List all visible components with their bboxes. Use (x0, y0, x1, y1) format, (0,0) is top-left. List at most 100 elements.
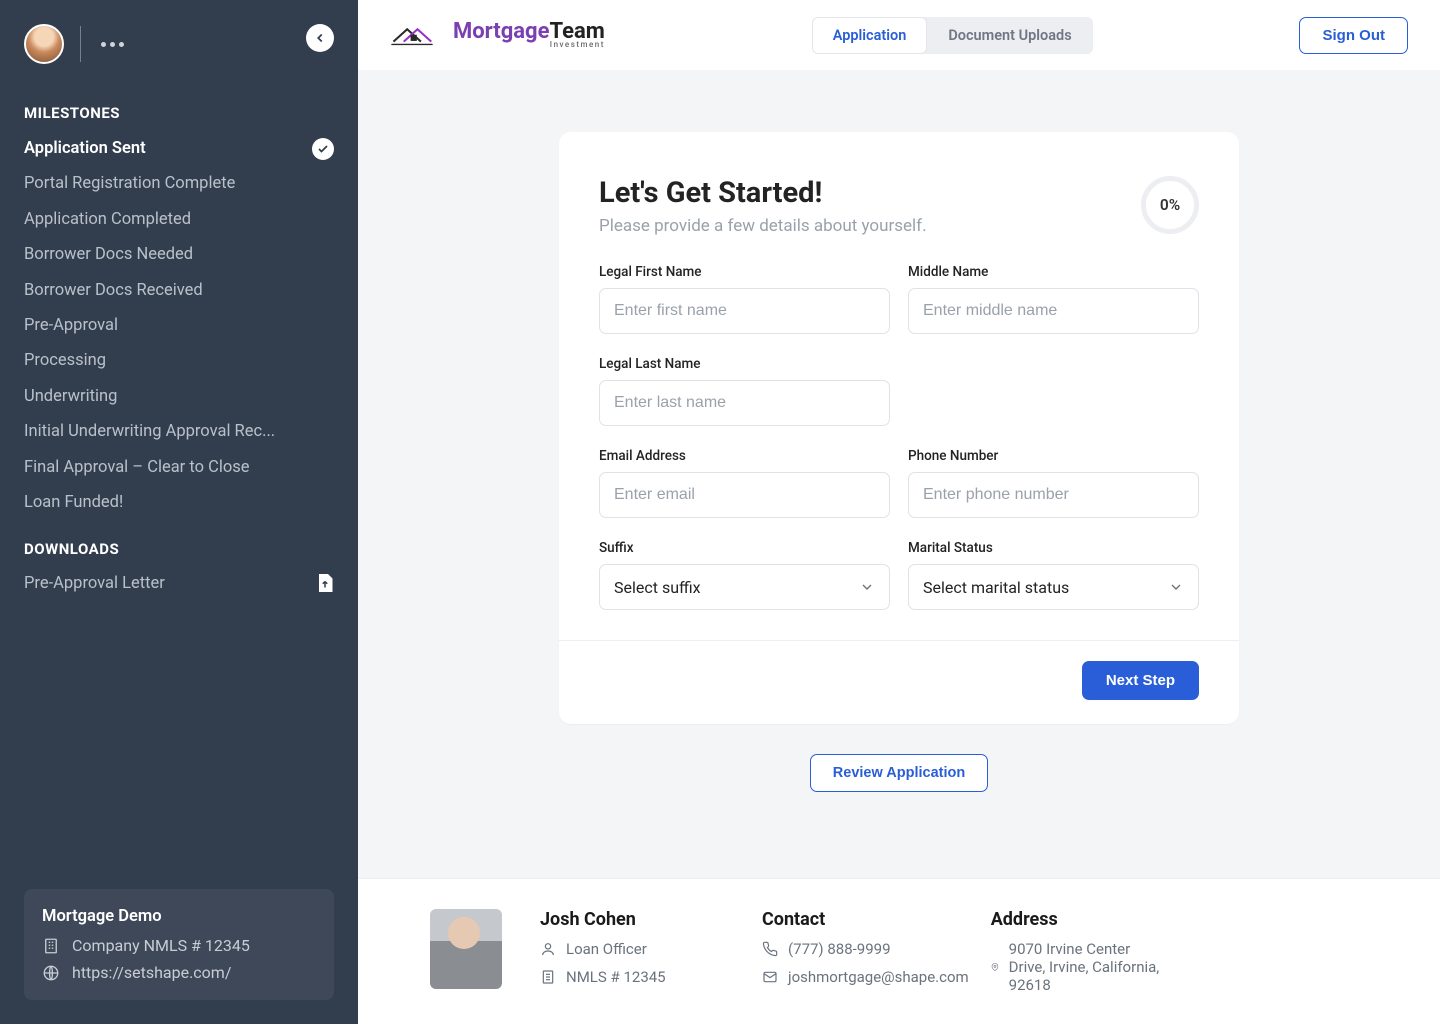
form-subheading: Please provide a few details about yours… (599, 216, 927, 236)
middle-name-label: Middle Name (908, 264, 1199, 280)
milestone-preapproval[interactable]: Pre-Approval (24, 313, 334, 339)
chevron-down-icon (859, 579, 875, 595)
address-row: 9070 Irvine Center Drive, Irvine, Califo… (991, 940, 1169, 994)
tab-application[interactable]: Application (812, 17, 928, 54)
email-label: Email Address (599, 448, 890, 464)
chevron-left-icon (313, 31, 327, 45)
next-step-button[interactable]: Next Step (1082, 661, 1199, 700)
download-preapproval-letter[interactable]: Pre-Approval Letter (24, 572, 334, 594)
milestone-label: Processing (24, 348, 106, 374)
field-marital: Marital Status Select marital status (908, 540, 1199, 610)
logo-word-1: Mortgage (453, 19, 550, 44)
footer: Josh Cohen Loan Officer NMLS # 12345 Con… (358, 878, 1440, 1024)
milestone-list: Application Sent Portal Registration Com… (24, 136, 334, 516)
milestone-label: Loan Funded! (24, 490, 123, 516)
company-name: Mortgage Demo (42, 907, 316, 926)
company-url[interactable]: https://setshape.com/ (42, 963, 316, 982)
milestone-underwriting[interactable]: Underwriting (24, 384, 334, 410)
first-name-label: Legal First Name (599, 264, 890, 280)
contact-block: Contact (777) 888-9999 joshmortgage@shap… (762, 909, 969, 986)
phone-label: Phone Number (908, 448, 1199, 464)
first-name-input[interactable] (599, 288, 890, 334)
sidebar-top (24, 24, 334, 80)
progress-indicator: 0% (1141, 176, 1199, 234)
more-menu[interactable] (97, 36, 128, 53)
card-body: Let's Get Started! Please provide a few … (559, 132, 1239, 641)
company-card: Mortgage Demo Company NMLS # 12345 https… (24, 889, 334, 1000)
house-logo-icon (390, 21, 445, 49)
card-footer: Next Step (559, 641, 1239, 724)
phone-input[interactable] (908, 472, 1199, 518)
company-url-text: https://setshape.com/ (72, 963, 231, 982)
address-text: 9070 Irvine Center Drive, Irvine, Califo… (1009, 940, 1169, 994)
milestone-processing[interactable]: Processing (24, 348, 334, 374)
divider (80, 26, 81, 62)
milestone-loan-funded[interactable]: Loan Funded! (24, 490, 334, 516)
sidebar: MILESTONES Application Sent Portal Regis… (0, 0, 358, 1024)
collapse-sidebar-button[interactable] (306, 24, 334, 52)
mail-icon (762, 969, 778, 985)
last-name-input[interactable] (599, 380, 890, 426)
main-area: MortgageTeam Investment Application Docu… (358, 0, 1440, 1024)
address-title: Address (991, 909, 1169, 930)
building-icon (42, 937, 60, 955)
agent-nmls: NMLS # 12345 (540, 968, 740, 986)
check-icon (312, 138, 334, 160)
field-middle-name: Middle Name (908, 264, 1199, 334)
milestone-application-sent[interactable]: Application Sent (24, 136, 334, 162)
milestone-application-completed[interactable]: Application Completed (24, 207, 334, 233)
middle-name-input[interactable] (908, 288, 1199, 334)
suffix-select-value: Select suffix (614, 578, 701, 597)
email-input[interactable] (599, 472, 890, 518)
agent-info: Josh Cohen Loan Officer NMLS # 12345 (540, 909, 740, 986)
form-grid: Legal First Name Middle Name Legal Last … (599, 264, 1199, 610)
download-label: Pre-Approval Letter (24, 574, 165, 593)
building-icon (540, 969, 556, 985)
marital-select-value: Select marital status (923, 578, 1069, 597)
tabbar: Application Document Uploads (812, 17, 1093, 54)
field-phone: Phone Number (908, 448, 1199, 518)
company-nmls-text: Company NMLS # 12345 (72, 936, 250, 955)
contact-phone-text: (777) 888-9999 (788, 940, 891, 958)
address-block: Address 9070 Irvine Center Drive, Irvine… (991, 909, 1169, 994)
tab-document-uploads[interactable]: Document Uploads (927, 17, 1092, 54)
milestone-label: Initial Underwriting Approval Rec... (24, 419, 275, 445)
contact-email-text: joshmortgage@shape.com (788, 968, 969, 986)
milestone-final-approval[interactable]: Final Approval – Clear to Close (24, 455, 334, 481)
agent-name: Josh Cohen (540, 909, 740, 930)
milestone-initial-approval[interactable]: Initial Underwriting Approval Rec... (24, 419, 334, 445)
milestone-label: Portal Registration Complete (24, 171, 235, 197)
field-suffix: Suffix Select suffix (599, 540, 890, 610)
milestone-docs-received[interactable]: Borrower Docs Received (24, 278, 334, 304)
globe-icon (42, 964, 60, 982)
marital-select[interactable]: Select marital status (908, 564, 1199, 610)
field-first-name: Legal First Name (599, 264, 890, 334)
milestone-label: Application Completed (24, 207, 191, 233)
logo: MortgageTeam Investment (390, 21, 605, 49)
contact-phone[interactable]: (777) 888-9999 (762, 940, 969, 958)
form-card: Let's Get Started! Please provide a few … (559, 132, 1239, 724)
suffix-select[interactable]: Select suffix (599, 564, 890, 610)
card-head: Let's Get Started! Please provide a few … (599, 176, 1199, 236)
milestone-portal-registration[interactable]: Portal Registration Complete (24, 171, 334, 197)
phone-icon (762, 941, 778, 957)
last-name-label: Legal Last Name (599, 356, 890, 372)
user-icon (540, 941, 556, 957)
pin-icon (991, 959, 999, 975)
review-application-button[interactable]: Review Application (810, 754, 988, 792)
logo-text: MortgageTeam Investment (453, 21, 605, 49)
agent-nmls-text: NMLS # 12345 (566, 968, 666, 986)
sign-out-button[interactable]: Sign Out (1299, 17, 1408, 54)
milestone-label: Borrower Docs Needed (24, 242, 193, 268)
agent-role: Loan Officer (540, 940, 740, 958)
milestone-label: Pre-Approval (24, 313, 118, 339)
milestone-label: Final Approval – Clear to Close (24, 455, 250, 481)
user-avatar[interactable] (24, 24, 64, 64)
milestone-docs-needed[interactable]: Borrower Docs Needed (24, 242, 334, 268)
field-email: Email Address (599, 448, 890, 518)
milestone-label: Application Sent (24, 136, 146, 162)
downloads-header: DOWNLOADS (24, 540, 334, 558)
milestone-label: Borrower Docs Received (24, 278, 203, 304)
form-heading: Let's Get Started! (599, 176, 927, 210)
contact-email[interactable]: joshmortgage@shape.com (762, 968, 969, 986)
